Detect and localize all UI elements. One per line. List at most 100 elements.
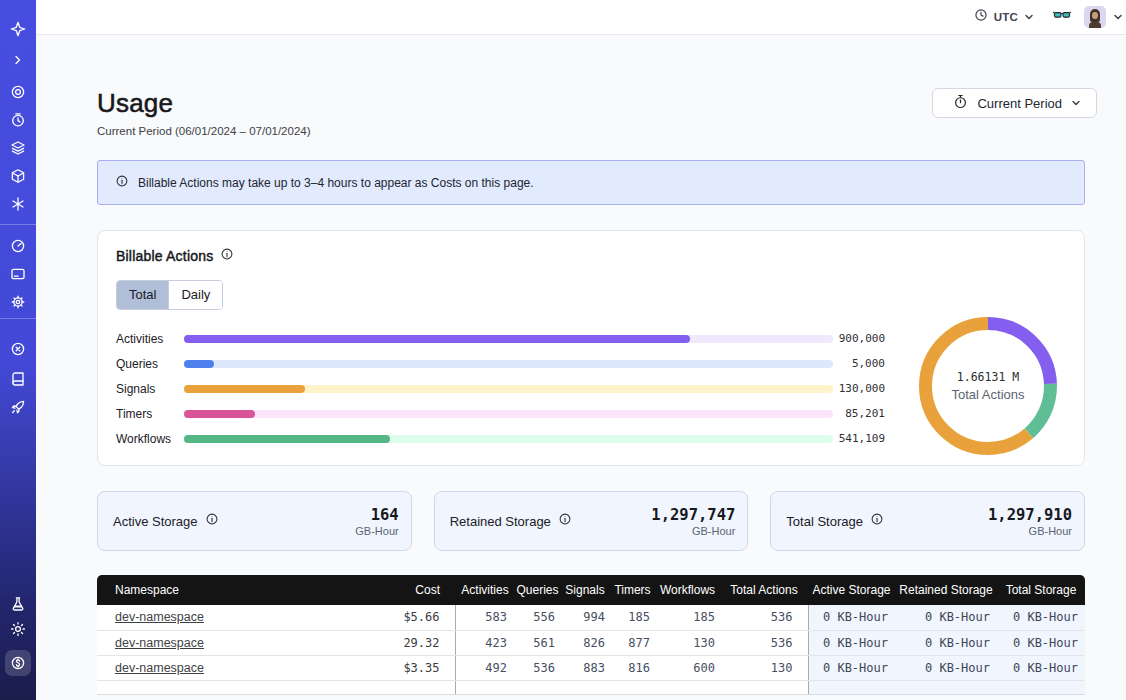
getting-started-icon[interactable] xyxy=(10,399,26,415)
bar-value: 541,109 xyxy=(833,432,885,445)
lab-icon[interactable] xyxy=(10,596,26,612)
settings-icon[interactable] xyxy=(10,294,26,310)
table-cell: 0 KB-Hour xyxy=(895,655,997,680)
cell-value: 556 xyxy=(533,610,555,624)
chevron-down-icon xyxy=(1024,8,1034,26)
donut-chart: 1.66131 M Total Actions xyxy=(918,316,1058,456)
cell-value: 0 KB-Hour xyxy=(1013,661,1078,675)
table-cell: 816 xyxy=(610,655,655,680)
bar-track xyxy=(184,385,833,393)
usage-dollar-icon[interactable] xyxy=(5,650,31,676)
table-cell xyxy=(455,680,515,695)
col-header-total-storage[interactable]: Total Storage xyxy=(997,575,1085,605)
storage-cards: Active Storage164GB-HourRetained Storage… xyxy=(97,491,1085,551)
col-header-active-storage[interactable]: Active Storage xyxy=(808,575,895,605)
table-cell: 994 xyxy=(560,605,610,630)
docs-icon[interactable] xyxy=(10,371,26,387)
col-header-signals[interactable]: Signals xyxy=(560,575,610,605)
table-cell: 0 KB-Hour xyxy=(895,630,997,655)
logo-icon[interactable] xyxy=(10,21,26,37)
billing-icon[interactable] xyxy=(10,266,26,282)
cell-value: 536 xyxy=(771,636,793,650)
table-cell xyxy=(655,680,720,695)
table-cell: dev-namespace xyxy=(97,655,352,680)
storage-card-unit: GB-Hour xyxy=(355,525,398,537)
col-header-namespace[interactable]: Namespace xyxy=(97,575,352,605)
tab-total[interactable]: Total xyxy=(117,281,168,309)
page-subtitle: Current Period (06/01/2024 – 07/01/2024) xyxy=(97,125,311,137)
info-icon[interactable] xyxy=(558,512,572,530)
namespaces-icon[interactable] xyxy=(10,84,26,100)
storage-card-unit: GB-Hour xyxy=(651,525,735,537)
col-header-cost[interactable]: Cost xyxy=(352,575,455,605)
table-cell: dev-namespace xyxy=(97,605,352,630)
info-icon[interactable] xyxy=(220,247,234,265)
table-cell: 583 xyxy=(455,605,515,630)
col-header-activities[interactable]: Activities xyxy=(455,575,515,605)
sidebar-divider xyxy=(0,224,36,225)
bar-row-workflows: Workflows541,109 xyxy=(116,426,885,451)
col-header-queries[interactable]: Queries xyxy=(515,575,560,605)
col-header-workflows[interactable]: Workflows xyxy=(655,575,720,605)
table-cell xyxy=(352,680,455,695)
bar-value: 130,000 xyxy=(833,382,885,395)
table-cell: 883 xyxy=(560,655,610,680)
namespace-link[interactable]: dev-namespace xyxy=(115,661,204,675)
banner-text: Billable Actions may take up to 3–4 hour… xyxy=(138,176,534,190)
cell-value: $3.35 xyxy=(403,661,439,675)
asterisk-icon[interactable] xyxy=(10,196,26,212)
info-icon[interactable] xyxy=(205,512,219,530)
topbar: UTC xyxy=(36,0,1126,35)
table-cell: $5.66 xyxy=(352,605,455,630)
gauge-icon[interactable] xyxy=(10,238,26,254)
table-cell: 0 KB-Hour xyxy=(997,605,1085,630)
table-cell xyxy=(895,680,997,695)
chevron-down-icon xyxy=(1071,96,1081,111)
glasses-icon[interactable] xyxy=(1052,5,1072,29)
support-icon[interactable] xyxy=(10,341,26,357)
table-cell: $3.35 xyxy=(352,655,455,680)
table-header-row: NamespaceCostActivitiesQueriesSignalsTim… xyxy=(97,575,1085,605)
table-cell xyxy=(808,680,895,695)
col-header-total-actions[interactable]: Total Actions xyxy=(720,575,808,605)
tab-daily[interactable]: Daily xyxy=(168,281,222,309)
table-cell: 492 xyxy=(455,655,515,680)
cell-value: 561 xyxy=(533,636,555,650)
table-cell: 423 xyxy=(455,630,515,655)
bar-fill xyxy=(184,435,390,443)
expand-icon[interactable] xyxy=(10,52,26,68)
col-header-timers[interactable]: Timers xyxy=(610,575,655,605)
cell-value: 0 KB-Hour xyxy=(925,636,990,650)
table-cell: 0 KB-Hour xyxy=(997,655,1085,680)
total-storage-card: Total Storage1,297,910GB-Hour xyxy=(770,491,1085,551)
table-row-2: dev-namespace$3.354925368838166001300 KB… xyxy=(97,655,1085,680)
cell-value: 994 xyxy=(583,610,605,624)
col-header-retained-storage[interactable]: Retained Storage xyxy=(895,575,997,605)
table-cell: 0 KB-Hour xyxy=(808,630,895,655)
period-dropdown-button[interactable]: Current Period xyxy=(932,88,1097,118)
billable-actions-title: Billable Actions xyxy=(116,248,213,264)
table-row-partial xyxy=(97,680,1085,695)
namespace-link[interactable]: dev-namespace xyxy=(115,636,204,650)
theme-icon[interactable] xyxy=(10,621,26,637)
timezone-selector[interactable]: UTC xyxy=(974,8,1034,26)
timezone-label: UTC xyxy=(994,11,1018,23)
cell-value: 816 xyxy=(628,661,650,675)
page-title: Usage xyxy=(97,88,311,118)
layers-icon[interactable] xyxy=(10,140,26,156)
bar-fill xyxy=(184,360,214,368)
bar-fill xyxy=(184,410,255,418)
chevron-down-icon[interactable] xyxy=(1113,8,1123,26)
bar-chart: Activities900,000Queries5,000Signals130,… xyxy=(116,326,885,456)
usage-table-wrap: NamespaceCostActivitiesQueriesSignalsTim… xyxy=(97,575,1085,695)
sidebar xyxy=(0,0,36,700)
schedules-icon[interactable] xyxy=(10,112,26,128)
avatar[interactable] xyxy=(1084,6,1106,28)
namespace-link[interactable]: dev-namespace xyxy=(115,610,204,624)
deployments-icon[interactable] xyxy=(10,168,26,184)
cell-value: 0 KB-Hour xyxy=(823,610,888,624)
info-icon[interactable] xyxy=(870,512,884,530)
cell-value: 0 KB-Hour xyxy=(925,610,990,624)
bar-label: Timers xyxy=(116,407,184,421)
cell-value: 826 xyxy=(583,636,605,650)
